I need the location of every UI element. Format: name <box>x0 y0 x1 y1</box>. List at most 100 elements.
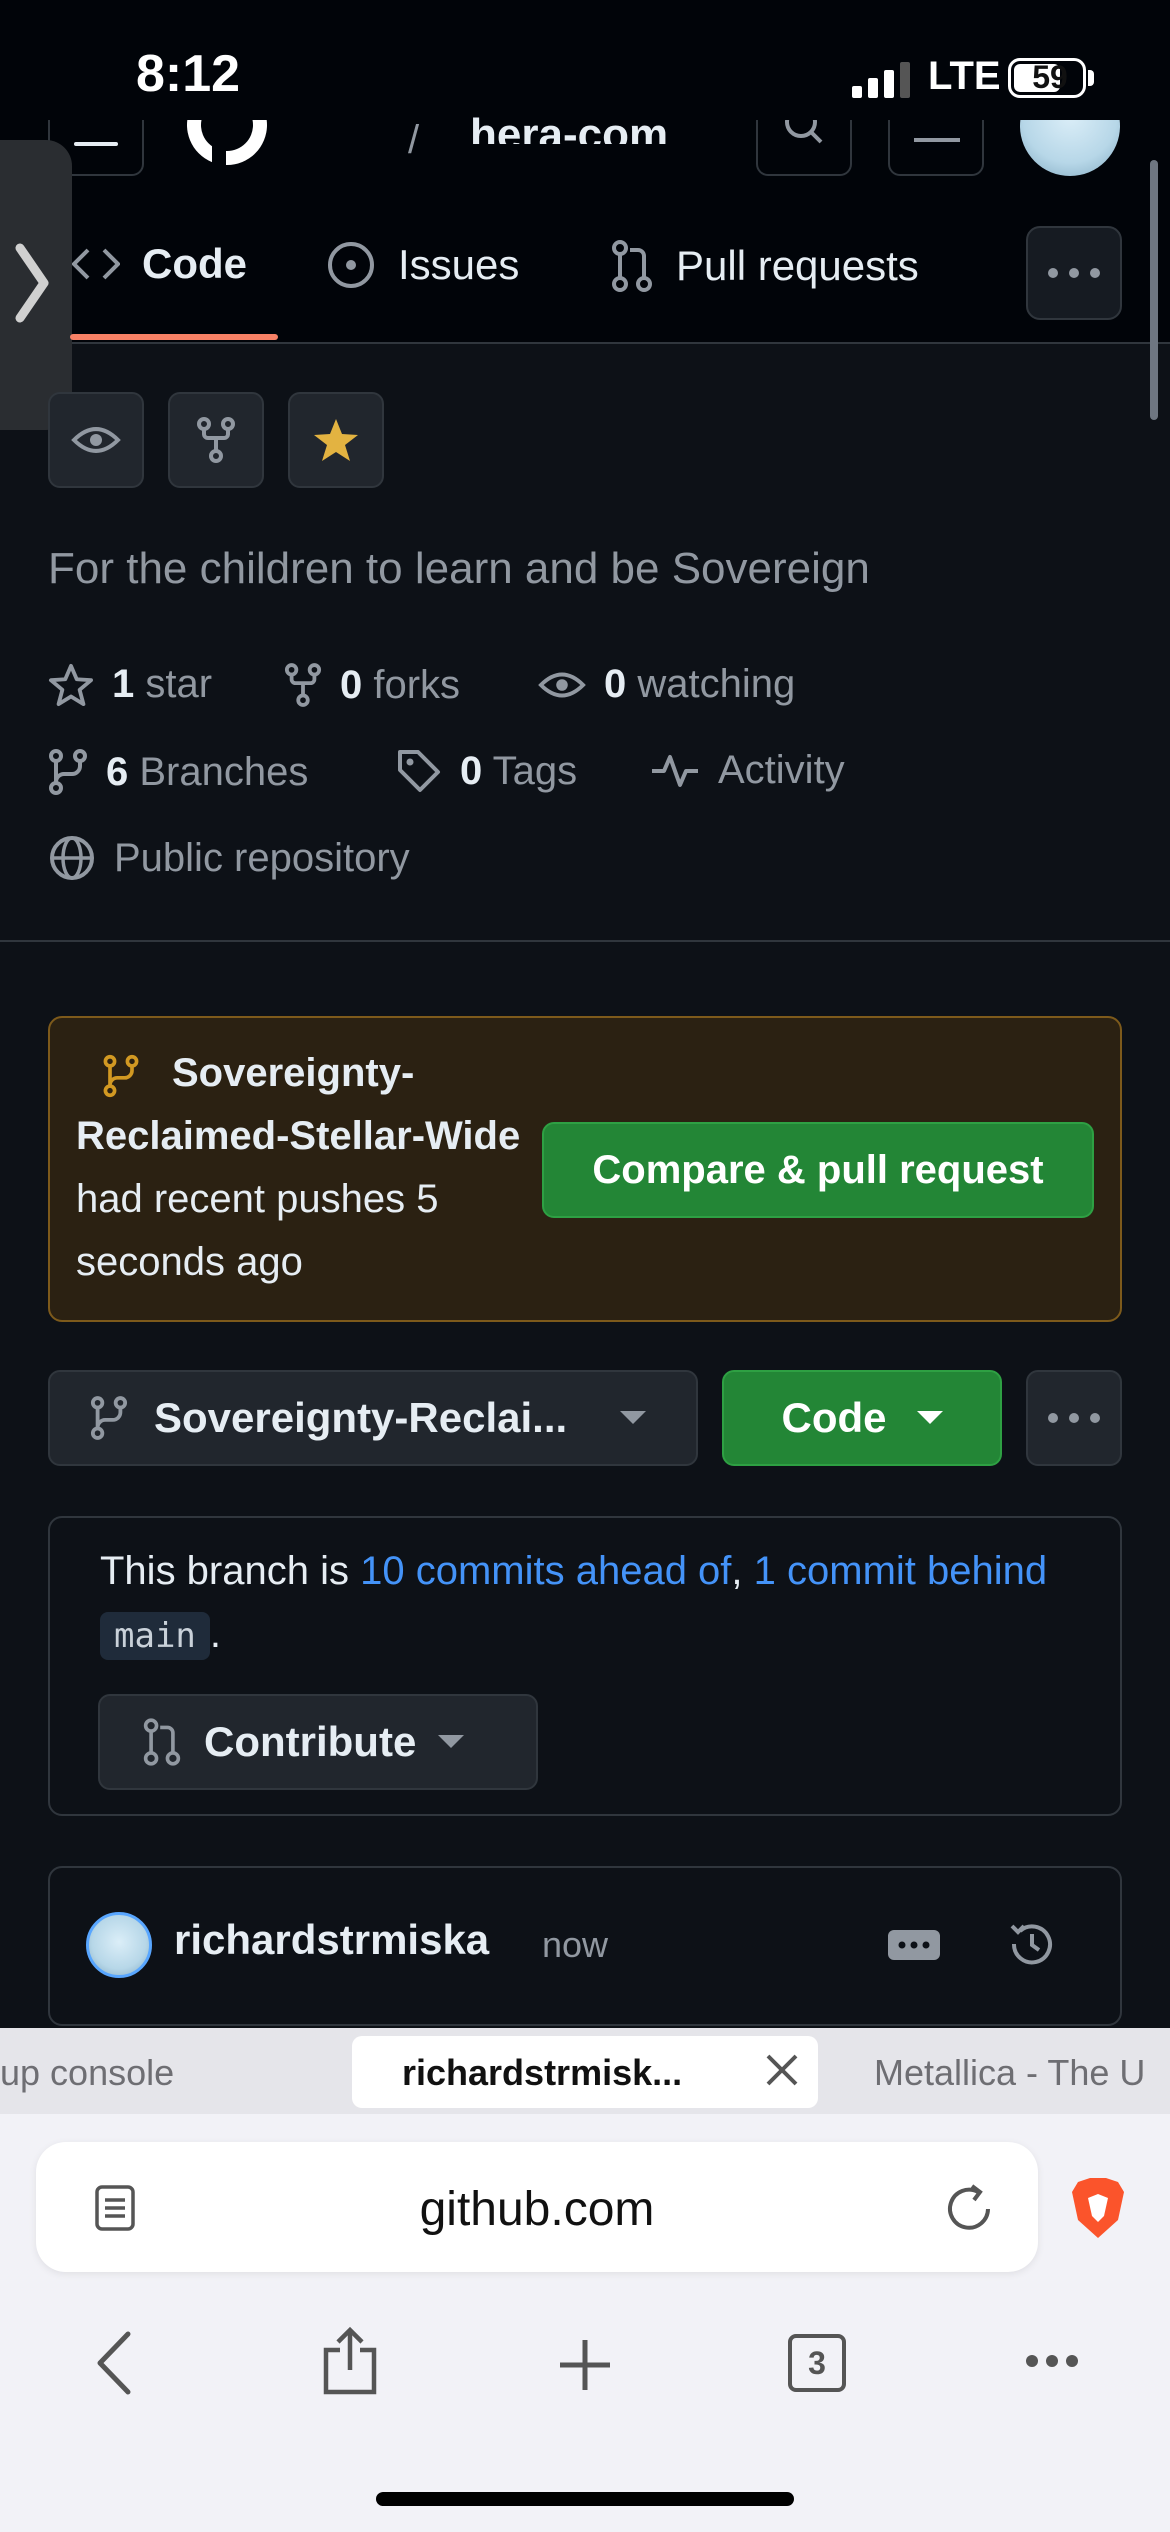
commit-author[interactable]: richardstrmiska <box>174 1916 489 1964</box>
close-tab-icon[interactable] <box>762 2050 802 2090</box>
code-icon <box>72 248 120 280</box>
activity-label: Activity <box>718 748 845 792</box>
contribute-button[interactable]: Contribute <box>98 1694 538 1790</box>
triangle-down-icon <box>916 1411 943 1424</box>
eye-icon <box>538 672 586 697</box>
scrollbar[interactable] <box>1150 160 1158 420</box>
stars-count: 1 <box>112 662 135 706</box>
visibility: Public repository <box>48 834 410 882</box>
tag-icon <box>398 750 440 792</box>
watchers-link[interactable]: 0 watching <box>538 662 795 707</box>
pulse-icon <box>652 754 698 787</box>
base-branch: main <box>100 1612 210 1660</box>
history-icon[interactable] <box>1004 1916 1060 1972</box>
commits-behind-link[interactable]: 1 commit behind <box>754 1549 1047 1593</box>
pushed-branch-name[interactable]: Sovereignty-Reclaimed-Stellar-Wide <box>76 1051 520 1158</box>
new-tab-icon[interactable] <box>556 2336 614 2394</box>
watching-count: 0 <box>604 662 627 706</box>
battery-nub <box>1088 70 1094 86</box>
branches-label: Branches <box>139 749 309 794</box>
compare-pull-request-button[interactable]: Compare & pull request <box>542 1122 1094 1218</box>
eye-icon <box>71 427 121 453</box>
star-icon <box>49 663 94 706</box>
branch-status-separator: , <box>731 1549 743 1593</box>
forks-count: 0 <box>340 662 363 707</box>
signal-icon <box>852 62 916 98</box>
push-message: had recent pushes 5 seconds ago <box>76 1177 439 1284</box>
more-options-button[interactable] <box>1026 1370 1122 1466</box>
stars-label: star <box>145 662 213 706</box>
activity-link[interactable]: Activity <box>650 748 845 793</box>
star-fill-icon <box>314 419 358 461</box>
kebab-horizontal-icon <box>1048 268 1100 278</box>
fork-button[interactable] <box>168 392 264 488</box>
contribute-label: Contribute <box>204 1718 417 1765</box>
menu-icon[interactable] <box>1024 2352 1080 2370</box>
git-pull-request-icon <box>612 240 652 292</box>
tabs-button[interactable]: 3 <box>788 2334 846 2392</box>
tab-count: 3 <box>808 2344 826 2381</box>
kebab-horizontal-icon <box>1048 1413 1100 1423</box>
more-tabs-button[interactable] <box>1026 226 1122 320</box>
browser-tab-active-label: richardstrmisk... <box>402 2052 683 2093</box>
tags-link[interactable]: 0 Tags <box>396 748 577 794</box>
git-branch-icon <box>49 749 87 795</box>
forks-label: forks <box>373 662 461 707</box>
watch-button[interactable] <box>48 392 144 488</box>
branches-link[interactable]: 6 Branches <box>48 748 308 796</box>
tab-pull-requests[interactable]: Pull requests <box>610 240 919 292</box>
tab-issues[interactable]: Issues <box>326 240 519 290</box>
visibility-label: Public repository <box>114 835 410 880</box>
tab-code-label: Code <box>142 240 247 287</box>
branch-status-prefix: This branch is <box>100 1549 349 1593</box>
url-text: github.com <box>419 2183 655 2236</box>
branch-status-suffix: . <box>209 1612 222 1656</box>
browser-tab[interactable]: up console <box>0 2052 174 2094</box>
tab-code[interactable]: Code <box>72 240 247 288</box>
repo-description: For the children to learn and be Soverei… <box>48 544 870 593</box>
battery-level: 59 <box>1032 59 1068 95</box>
code-dropdown-button[interactable]: Code <box>722 1370 1002 1466</box>
selected-branch: Sovereignty-Reclai... <box>154 1394 568 1441</box>
triangle-down-icon <box>438 1735 465 1748</box>
browser-tab[interactable]: Metallica - The U <box>874 2052 1145 2094</box>
branches-count: 6 <box>106 749 129 794</box>
forks-link[interactable]: 0 forks <box>284 662 460 708</box>
commits-ahead-link[interactable]: 10 commits ahead of <box>360 1549 731 1593</box>
recent-push-message: Sovereignty-Reclaimed-Stellar-Wide had r… <box>76 1042 546 1294</box>
battery-icon: 59 <box>1008 58 1086 98</box>
branch-selector[interactable]: Sovereignty-Reclai... <box>48 1370 698 1466</box>
triangle-down-icon <box>620 1411 646 1424</box>
share-icon[interactable] <box>322 2326 378 2396</box>
commit-message-toggle[interactable] <box>888 1930 940 1960</box>
breadcrumb-separator: / <box>408 118 420 162</box>
active-tab-indicator <box>70 334 278 340</box>
divider <box>0 940 1170 942</box>
chevron-right-icon[interactable] <box>14 238 50 328</box>
network-type: LTE <box>928 54 1001 98</box>
repo-forked-icon <box>284 663 322 707</box>
home-indicator[interactable] <box>376 2492 794 2506</box>
tags-count: 0 <box>460 748 483 793</box>
brave-shield-icon[interactable] <box>1070 2176 1126 2240</box>
git-branch-icon <box>90 1396 128 1440</box>
avatar[interactable] <box>1020 120 1120 176</box>
stars-link[interactable]: 1 star <box>48 662 212 707</box>
issue-opened-icon <box>328 242 374 288</box>
search-button[interactable] <box>756 120 852 176</box>
back-icon[interactable] <box>94 2330 134 2396</box>
globe-icon <box>50 836 94 880</box>
status-time: 8:12 <box>136 45 241 103</box>
commit-time: now <box>542 1924 609 1965</box>
commit-author-avatar[interactable] <box>86 1912 152 1978</box>
reload-icon[interactable] <box>942 2182 996 2236</box>
github-logo-icon[interactable] <box>182 120 272 174</box>
tags-label: Tags <box>492 748 578 793</box>
watching-label: watching <box>637 662 796 706</box>
repo-forked-icon <box>197 417 235 463</box>
star-button[interactable] <box>288 392 384 488</box>
inbox-button[interactable] <box>888 120 984 176</box>
git-pull-request-icon <box>143 1718 181 1766</box>
repo-title[interactable]: hera-com <box>470 110 730 144</box>
code-button-label: Code <box>781 1394 887 1441</box>
